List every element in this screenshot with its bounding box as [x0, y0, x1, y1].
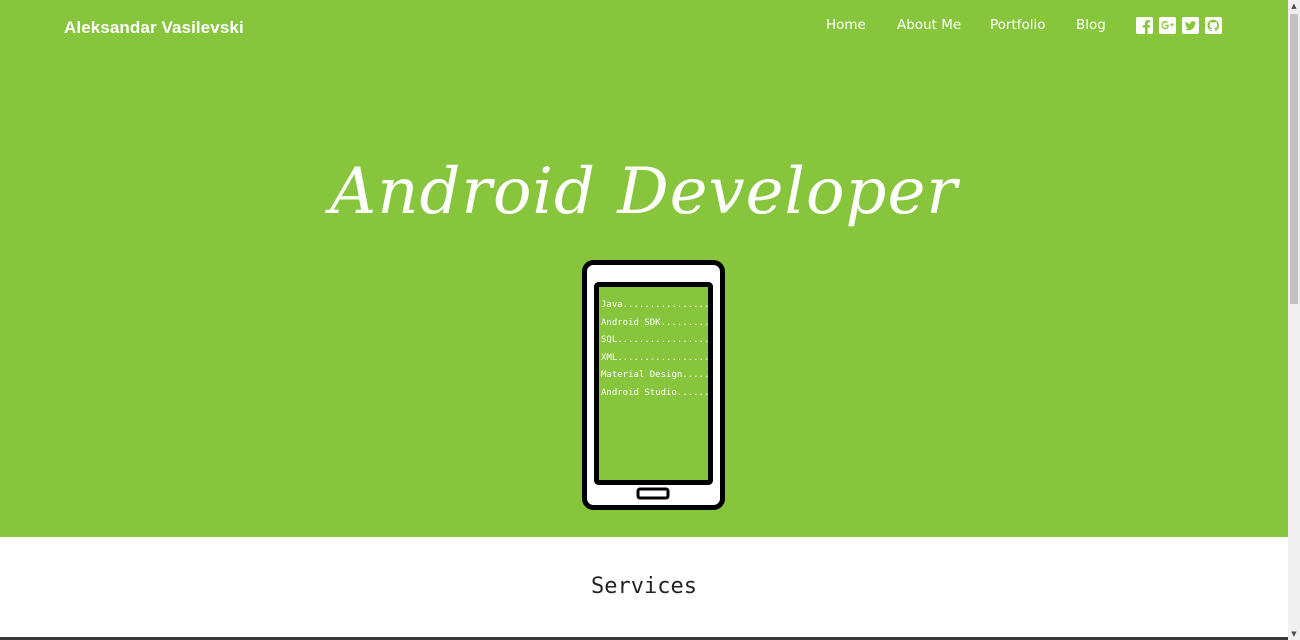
scroll-thumb[interactable] [1290, 14, 1298, 304]
nav-item-portfolio[interactable]: Portfolio [990, 17, 1046, 33]
skill-item: Material Design..... [601, 370, 710, 381]
vertical-scrollbar[interactable]: ▲ ▼ [1288, 0, 1300, 640]
nav-item-home[interactable]: Home [826, 17, 866, 33]
skill-item: XML................. [601, 352, 710, 363]
facebook-icon[interactable] [1136, 17, 1153, 34]
google-plus-icon[interactable] [1159, 17, 1176, 34]
skills-list: Java................ Android SDK........… [601, 297, 709, 403]
skill-item: SQL................. [601, 335, 710, 346]
github-icon[interactable] [1205, 17, 1222, 34]
hero-title: Android Developer [330, 155, 958, 229]
brand-logo[interactable]: Aleksandar Vasilevski [64, 18, 244, 38]
skill-item: Java................ [601, 300, 710, 310]
nav-item-blog[interactable]: Blog [1076, 17, 1106, 33]
services-heading: Services [591, 574, 697, 599]
scroll-up-arrow-icon[interactable]: ▲ [1288, 0, 1300, 12]
skill-item: Android SDK......... [601, 317, 710, 328]
scroll-down-arrow-icon[interactable]: ▼ [1288, 628, 1300, 640]
skill-item: Android Studio...... [601, 387, 710, 398]
hero-section: Aleksandar Vasilevski Home About Me Port… [0, 0, 1288, 537]
twitter-icon[interactable] [1182, 17, 1199, 34]
nav-item-about-me[interactable]: About Me [897, 17, 961, 33]
